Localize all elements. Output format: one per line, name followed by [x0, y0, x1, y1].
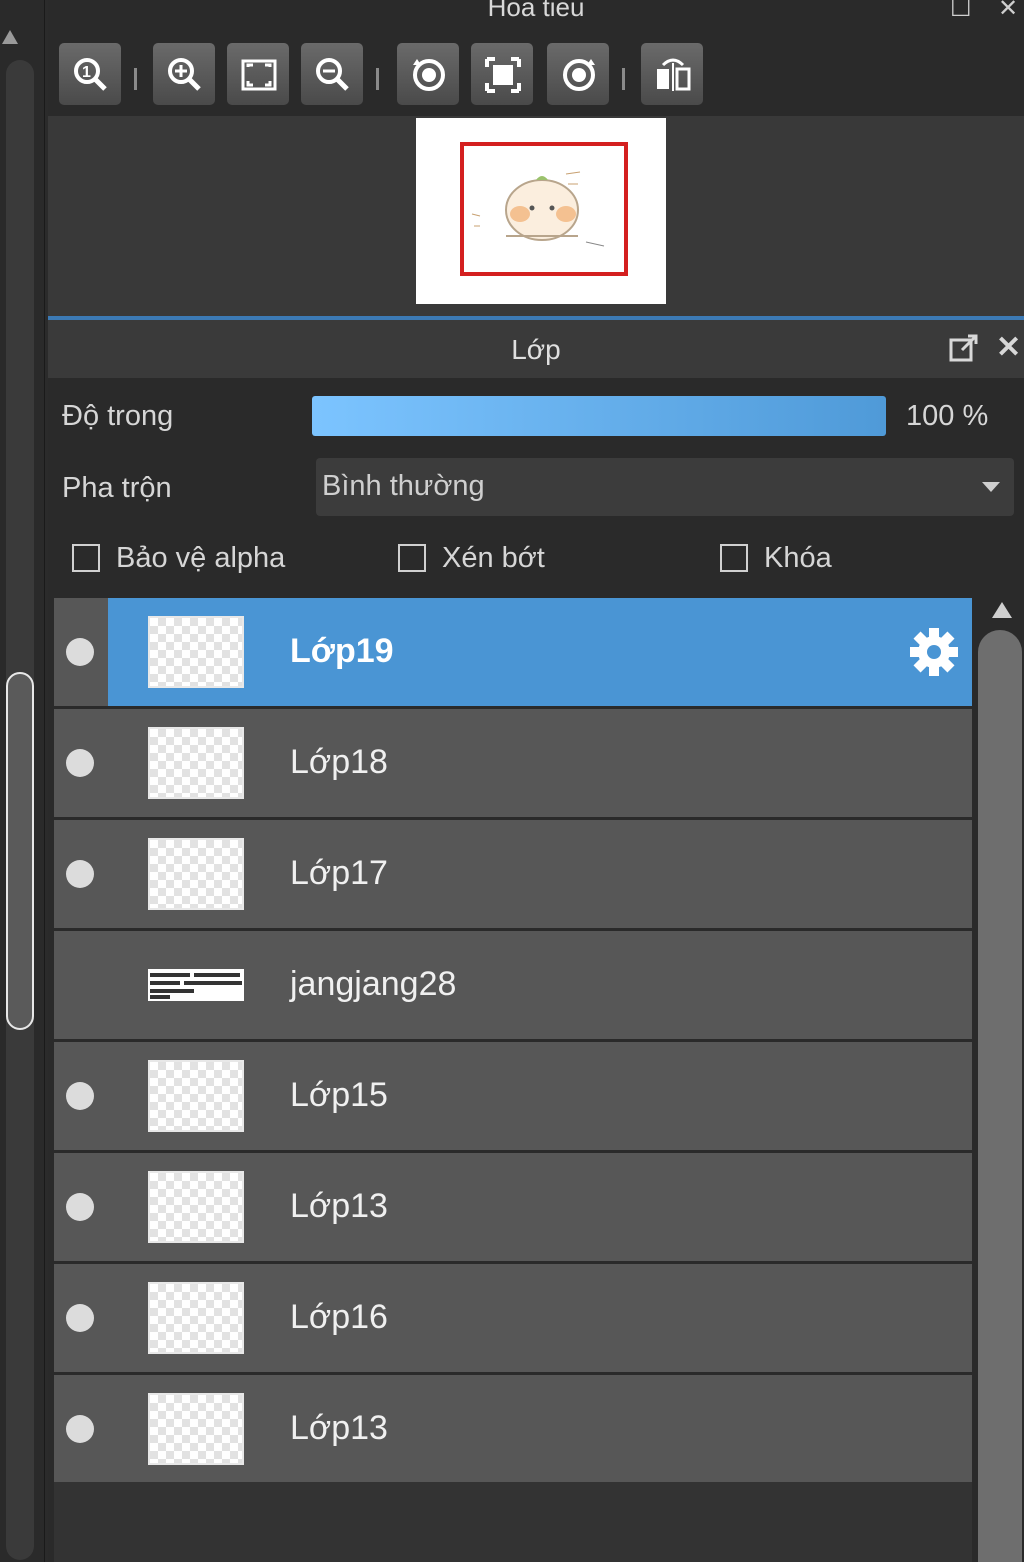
clipping-label: Xén bớt [442, 542, 545, 574]
layer-thumbnail [148, 1282, 244, 1354]
layer-list-scroll-thumb[interactable] [978, 630, 1022, 1562]
layer-name: Lớp17 [290, 854, 388, 892]
opacity-slider-fill [312, 396, 886, 436]
layer-thumbnail [148, 838, 244, 910]
layer-thumbnail [148, 1393, 244, 1465]
layers-titlebar: Lớp ✕ [48, 320, 1024, 378]
layer-name: jangjang28 [290, 965, 457, 1003]
navigator-panel: Hoa tieu ☐ ✕ 1 [48, 0, 1024, 316]
rotate-left-button[interactable] [396, 42, 460, 106]
opacity-slider[interactable] [312, 396, 886, 436]
layer-thumbnail [148, 969, 244, 1001]
layer-row[interactable]: Lớp13 [54, 1153, 972, 1264]
scroll-thumb[interactable] [6, 672, 34, 1030]
zoom-out-icon [316, 58, 349, 91]
clipping-checkbox[interactable] [398, 544, 426, 572]
layer-name: Lớp16 [290, 1298, 388, 1336]
blend-mode-label: Pha trộn [62, 472, 172, 504]
protect-alpha-label: Bảo vệ alpha [116, 542, 286, 574]
blend-mode-value: Bình thường [322, 470, 485, 502]
layer-row[interactable]: jangjang28 [54, 931, 972, 1042]
visibility-toggle-icon[interactable] [66, 860, 94, 888]
toolbar-separator [376, 68, 379, 90]
navigator-preview-area[interactable] [48, 116, 1024, 312]
popout-icon[interactable] [948, 332, 980, 364]
zoom-in-icon [168, 58, 201, 91]
close-icon[interactable]: ✕ [998, 0, 1018, 23]
flip-horizontal-icon [657, 58, 691, 91]
layer-thumbnail [148, 727, 244, 799]
scroll-up-arrow-icon[interactable] [2, 30, 18, 44]
scroll-up-arrow-icon[interactable] [992, 602, 1012, 618]
visibility-toggle-icon[interactable] [66, 1193, 94, 1221]
rotate-right-icon [563, 59, 595, 91]
toolbar-separator [622, 68, 625, 90]
layers-title: Lớp [511, 334, 561, 365]
layer-row[interactable]: Lớp16 [54, 1264, 972, 1375]
layer-thumbnail [148, 616, 244, 688]
rotate-right-button[interactable] [546, 42, 610, 106]
zoom-out-button[interactable] [300, 42, 364, 106]
visibility-toggle-icon[interactable] [66, 1082, 94, 1110]
layer-thumbnail [148, 1060, 244, 1132]
viewport-indicator[interactable] [460, 142, 628, 276]
layer-row[interactable]: Lớp18 [54, 709, 972, 820]
opacity-label: Độ trong [62, 400, 174, 432]
zoom-actual-button[interactable]: 1 [58, 42, 122, 106]
layer-row[interactable]: Lớp15 [54, 1042, 972, 1153]
layer-row[interactable]: Lớp17 [54, 820, 972, 931]
rotate-left-icon [413, 59, 445, 91]
svg-text:1: 1 [82, 64, 91, 81]
left-panel-scrollbar[interactable] [0, 0, 45, 1562]
fit-window-button[interactable] [226, 42, 290, 106]
visibility-toggle-icon[interactable] [66, 749, 94, 777]
maximize-icon[interactable]: ☐ [950, 0, 972, 23]
layer-name: Lớp19 [290, 632, 394, 670]
visibility-toggle-icon[interactable] [66, 638, 94, 666]
layer-settings-gear-icon[interactable] [908, 626, 960, 678]
zoom-actual-icon: 1 [74, 58, 107, 91]
chevron-down-icon [982, 482, 1000, 492]
layer-name: Lớp13 [290, 1409, 388, 1447]
blend-mode-select[interactable]: Bình thường [316, 458, 1014, 516]
close-icon[interactable]: ✕ [996, 330, 1021, 365]
visibility-toggle-icon[interactable] [66, 1415, 94, 1443]
layer-name: Lớp15 [290, 1076, 388, 1114]
lock-checkbox[interactable] [720, 544, 748, 572]
layer-name: Lớp13 [290, 1187, 388, 1225]
layers-panel: Lớp ✕ Độ trong 100 % Pha trộn Bình thườn… [48, 320, 1024, 1562]
layer-thumbnail [148, 1171, 244, 1243]
navigator-titlebar: Hoa tieu ☐ ✕ [48, 0, 1024, 32]
visibility-toggle-icon[interactable] [66, 1304, 94, 1332]
navigator-toolbar: 1 [48, 32, 1024, 116]
lock-label: Khóa [764, 542, 832, 574]
layer-list-empty-area[interactable] [54, 1482, 972, 1562]
toolbar-separator [134, 68, 137, 90]
fit-window-icon [241, 59, 277, 91]
fit-canvas-button[interactable] [470, 42, 534, 106]
fit-canvas-icon [485, 57, 521, 93]
opacity-value: 100 % [906, 400, 989, 432]
protect-alpha-checkbox[interactable] [72, 544, 100, 572]
layer-name: Lớp18 [290, 743, 388, 781]
layer-row[interactable]: Lớp19 [54, 598, 972, 709]
layer-row[interactable]: Lớp13 [54, 1375, 972, 1486]
canvas-preview-thumbnail[interactable] [416, 118, 666, 304]
navigator-title: Hoa tieu [487, 0, 585, 22]
flip-horizontal-button[interactable] [640, 42, 704, 106]
layer-list: Lớp19 Lớp18 Lớp17 jangjang28 Lớp15 Lớp13 Lớp16… [54, 598, 972, 1486]
zoom-in-button[interactable] [152, 42, 216, 106]
